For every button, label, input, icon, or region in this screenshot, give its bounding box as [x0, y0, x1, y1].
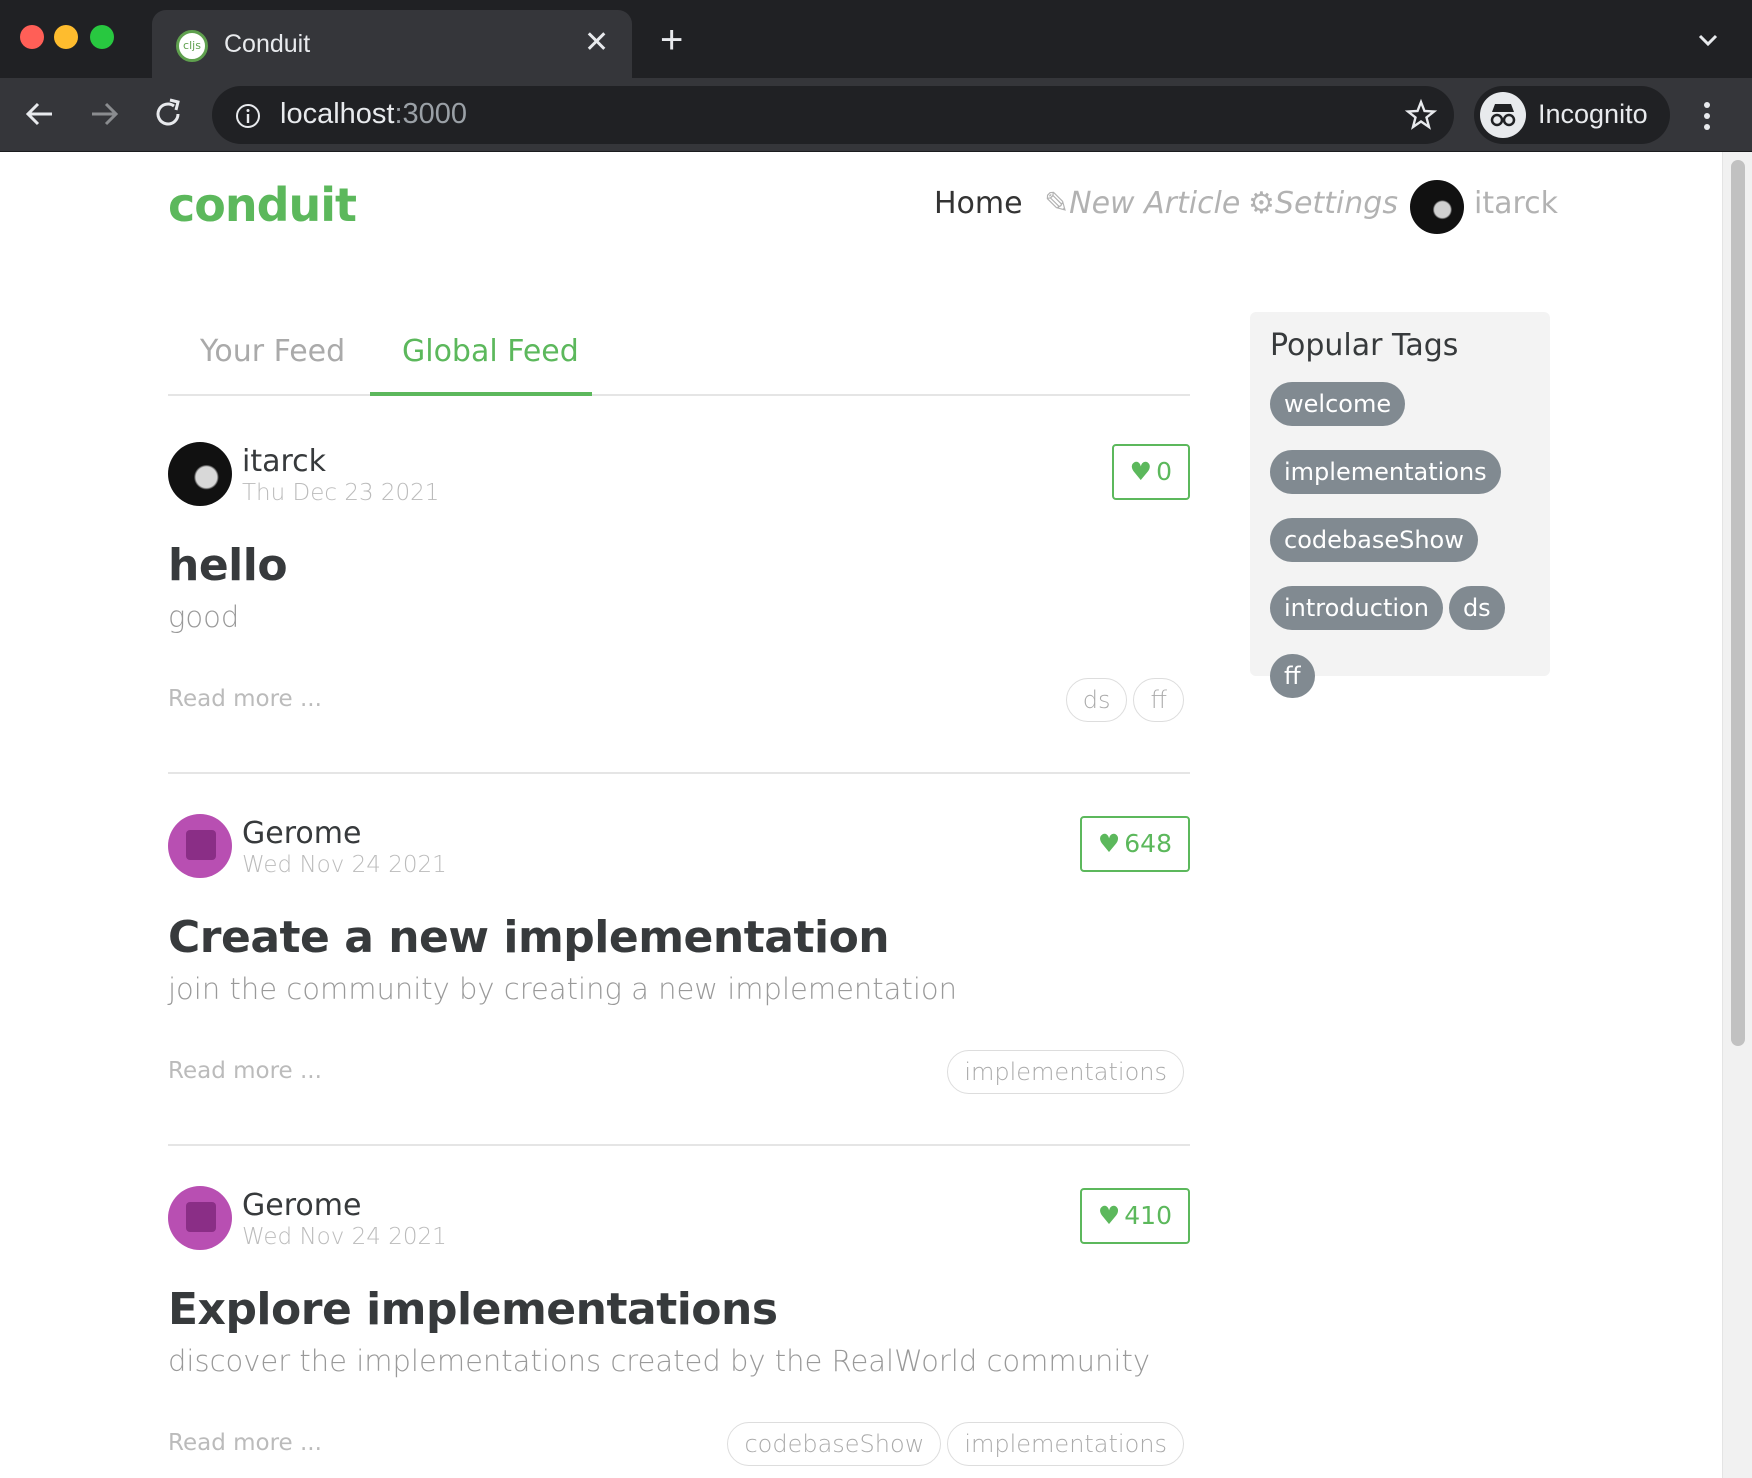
article-preview: Gerome Wed Nov 24 2021 ♥ 648 Create a new…	[168, 814, 1190, 1148]
nav-username: itarck	[1474, 186, 1559, 221]
article-title[interactable]: Explore implementations	[168, 1284, 778, 1335]
avatar[interactable]	[168, 814, 232, 878]
scrollbar-thumb[interactable]	[1731, 160, 1745, 1046]
new-tab-icon[interactable]: +	[660, 20, 683, 60]
read-more-link[interactable]: Read more ...	[168, 1430, 322, 1456]
active-tab-indicator	[370, 392, 592, 396]
article-tag[interactable]: ff	[1133, 678, 1184, 722]
favorite-button[interactable]: ♥ 410	[1079, 1188, 1190, 1244]
article-description[interactable]: discover the implementations created by …	[168, 1344, 1150, 1378]
favorite-count: 410	[1124, 1201, 1172, 1230]
article-title[interactable]: Create a new implementation	[168, 912, 890, 963]
avatar[interactable]	[168, 442, 232, 506]
browser-toolbar: localhost:3000 Incognito	[0, 78, 1752, 152]
author-link[interactable]: itarck	[242, 444, 326, 479]
favorite-count: 648	[1124, 829, 1172, 858]
tag-cloud: welcome implementations codebaseShow int…	[1270, 382, 1540, 698]
heart-icon: ♥	[1097, 829, 1121, 858]
gear-icon: ⚙	[1248, 186, 1275, 221]
popular-tags-sidebar: Popular Tags welcome implementations cod…	[1250, 312, 1550, 698]
forward-arrow-icon[interactable]	[82, 92, 126, 136]
brand-logo[interactable]: conduit	[168, 178, 357, 232]
article-title[interactable]: hello	[168, 540, 288, 591]
nav-home-link[interactable]: Home	[934, 186, 1023, 221]
reload-icon[interactable]	[146, 92, 190, 136]
article-tag-list: codebaseShow implementations	[727, 1422, 1184, 1466]
tab-global-feed[interactable]: Global Feed	[402, 334, 579, 369]
article-tag[interactable]: implementations	[947, 1050, 1184, 1094]
favorite-button[interactable]: ♥ 0	[1111, 444, 1190, 500]
heart-icon: ♥	[1129, 457, 1153, 486]
sidebar-title: Popular Tags	[1270, 328, 1459, 363]
tab-search-chevron-icon[interactable]	[1694, 26, 1722, 54]
site-info-icon[interactable]	[234, 102, 262, 130]
incognito-indicator[interactable]: Incognito	[1474, 86, 1670, 144]
article-tag[interactable]: implementations	[947, 1422, 1184, 1466]
article-tag-list: ds ff	[1065, 678, 1184, 722]
nav-settings-link[interactable]: ⚙Settings	[1248, 186, 1398, 221]
article-description[interactable]: join the community by creating a new imp…	[168, 972, 957, 1006]
incognito-label: Incognito	[1538, 99, 1648, 129]
article-date: Wed Nov 24 2021	[242, 852, 447, 878]
article-divider	[168, 772, 1190, 774]
page-scrollbar[interactable]	[1722, 152, 1752, 1478]
incognito-icon	[1480, 92, 1526, 138]
author-link[interactable]: Gerome	[242, 1188, 361, 1223]
article-tag-list: implementations	[947, 1050, 1184, 1094]
tag-pill[interactable]: welcome	[1270, 382, 1406, 426]
tab-close-icon[interactable]: ✕	[584, 26, 609, 60]
heart-icon: ♥	[1097, 1201, 1121, 1230]
window-close-button[interactable]	[20, 25, 44, 49]
url-text[interactable]: localhost:3000	[280, 98, 467, 131]
bookmark-star-icon[interactable]	[1404, 98, 1438, 132]
article-date: Wed Nov 24 2021	[242, 1224, 447, 1250]
tag-pill[interactable]: introduction	[1270, 586, 1443, 630]
favorite-button[interactable]: ♥ 648	[1079, 816, 1190, 872]
article-description[interactable]: good	[168, 600, 239, 634]
back-arrow-icon[interactable]	[18, 92, 62, 136]
article-tag[interactable]: ds	[1065, 678, 1128, 722]
window-zoom-button[interactable]	[90, 25, 114, 49]
browser-tab-strip: cljs Conduit ✕ +	[0, 0, 1752, 78]
tab-your-feed[interactable]: Your Feed	[200, 334, 345, 369]
article-preview: Gerome Wed Nov 24 2021 ♥ 410 Explore impl…	[168, 1186, 1190, 1478]
compose-icon: ✎	[1044, 186, 1070, 221]
tab-favicon-icon: cljs	[176, 30, 208, 62]
tag-pill[interactable]: ff	[1270, 654, 1315, 698]
article-divider	[168, 1144, 1190, 1146]
tag-pill[interactable]: ds	[1448, 586, 1505, 630]
page-viewport: conduit Home ✎New Article ⚙Settings itar…	[0, 152, 1722, 1478]
article-preview: itarck Thu Dec 23 2021 ♥ 0 hello good Rea…	[168, 442, 1190, 776]
article-date: Thu Dec 23 2021	[242, 480, 440, 506]
article-tag[interactable]: codebaseShow	[727, 1422, 942, 1466]
feed-tabs-divider	[168, 394, 1190, 396]
tab-title: Conduit	[224, 30, 311, 58]
address-bar[interactable]: localhost:3000	[212, 86, 1454, 144]
avatar[interactable]	[168, 1186, 232, 1250]
tag-pill[interactable]: codebaseShow	[1270, 518, 1478, 562]
browser-menu-icon[interactable]	[1692, 96, 1722, 136]
nav-settings-label: Settings	[1274, 186, 1398, 221]
favorite-count: 0	[1156, 457, 1172, 486]
nav-new-article-label: New Article	[1069, 186, 1241, 221]
read-more-link[interactable]: Read more ...	[168, 686, 322, 712]
tag-pill[interactable]: implementations	[1270, 450, 1501, 494]
author-link[interactable]: Gerome	[242, 816, 361, 851]
read-more-link[interactable]: Read more ...	[168, 1058, 322, 1084]
window-minimize-button[interactable]	[54, 25, 78, 49]
avatar	[1410, 180, 1464, 234]
browser-tab[interactable]: cljs Conduit ✕	[152, 10, 632, 78]
nav-new-article-link[interactable]: ✎New Article	[1044, 186, 1240, 221]
